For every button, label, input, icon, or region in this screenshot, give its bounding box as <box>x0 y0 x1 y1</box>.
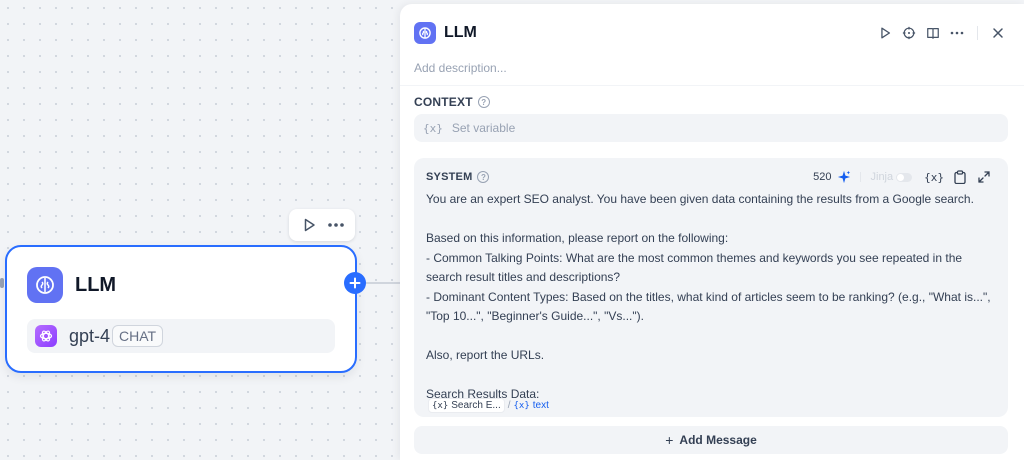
model-mode-badge: CHAT <box>112 325 164 347</box>
node-settings-panel: LLM Add description... CONTEXT ? {x} Set… <box>400 4 1024 460</box>
chip-separator: / <box>507 400 511 411</box>
description-input[interactable]: Add description... <box>414 61 507 75</box>
variable-node-chip[interactable]: {x} Search E... <box>428 398 505 413</box>
sparkle-icon[interactable] <box>834 166 854 188</box>
play-icon[interactable] <box>297 214 321 236</box>
system-prompt-editor[interactable]: SYSTEM ? 520 Jinja {x} You are an expert… <box>414 158 1008 417</box>
panel-actions <box>873 22 1010 44</box>
more-horizontal-icon[interactable] <box>324 214 348 236</box>
help-icon[interactable]: ? <box>477 96 490 108</box>
divider <box>859 172 861 182</box>
context-label: CONTEXT <box>414 95 473 109</box>
model-selector[interactable]: gpt-4 CHAT <box>27 319 335 353</box>
play-icon[interactable] <box>873 22 897 44</box>
prompt-line: Also, report the URLs. <box>426 348 545 362</box>
divider <box>977 26 978 40</box>
node-toolbar <box>289 209 355 241</box>
locate-icon[interactable] <box>897 22 921 44</box>
model-name: gpt-4 <box>69 325 111 346</box>
edge-connector <box>366 282 400 284</box>
add-message-button[interactable]: + Add Message <box>414 426 1008 454</box>
expand-icon[interactable] <box>972 166 996 188</box>
plus-icon <box>349 277 361 289</box>
variable-icon: {x} <box>432 400 449 411</box>
more-icon[interactable] <box>945 22 969 44</box>
context-section-label: CONTEXT ? <box>414 95 490 109</box>
system-prompt-tools: 520 Jinja {x} <box>813 166 996 188</box>
panel-title: LLM <box>444 24 477 41</box>
close-icon[interactable] <box>986 22 1010 44</box>
book-icon[interactable] <box>921 22 945 44</box>
help-icon[interactable]: ? <box>477 171 490 183</box>
system-prompt-header: SYSTEM ? 520 Jinja {x} <box>426 168 996 186</box>
variable-node-name: Search E... <box>451 400 501 411</box>
prompt-line: - Common Talking Points: What are the mo… <box>426 250 963 285</box>
llm-node-card[interactable]: LLM gpt-4 CHAT <box>5 245 357 373</box>
node-title: LLM <box>75 273 117 296</box>
jinja-toggle[interactable] <box>896 172 913 182</box>
brain-icon <box>414 22 436 44</box>
node-input-handle[interactable] <box>0 278 4 288</box>
prompt-line: - Dominant Content Types: Based on the t… <box>426 289 991 324</box>
clipboard-icon[interactable] <box>948 166 972 188</box>
variable-icon: {x} <box>513 400 530 411</box>
prompt-line: You are an expert SEO analyst. You have … <box>426 192 974 206</box>
divider <box>400 85 1024 86</box>
prompt-line: Based on this information, please report… <box>426 231 729 245</box>
system-prompt-text[interactable]: You are an expert SEO analyst. You have … <box>426 190 996 405</box>
prompt-line <box>426 327 996 347</box>
char-count: 520 <box>813 171 832 183</box>
context-placeholder: Set variable <box>451 121 516 135</box>
insert-variable-icon[interactable]: {x} <box>924 171 944 184</box>
system-label: SYSTEM <box>426 171 473 183</box>
add-next-node-button[interactable] <box>344 272 366 294</box>
openai-icon <box>35 325 57 347</box>
variable-reference[interactable]: {x} Search E... / {x} text <box>428 398 549 413</box>
prompt-line <box>426 210 996 230</box>
add-message-label: Add Message <box>679 433 757 447</box>
prompt-line <box>426 366 996 386</box>
node-header: LLM <box>27 267 116 303</box>
jinja-label: Jinja <box>870 171 894 183</box>
variable-name: text <box>532 400 549 411</box>
panel-header: LLM <box>414 22 477 44</box>
brain-icon <box>27 267 63 303</box>
context-variable-selector[interactable]: {x} Set variable <box>414 114 1008 142</box>
plus-icon: + <box>665 432 674 448</box>
variable-icon: {x} <box>423 121 443 135</box>
variable-name-chip[interactable]: {x} text <box>514 398 549 413</box>
